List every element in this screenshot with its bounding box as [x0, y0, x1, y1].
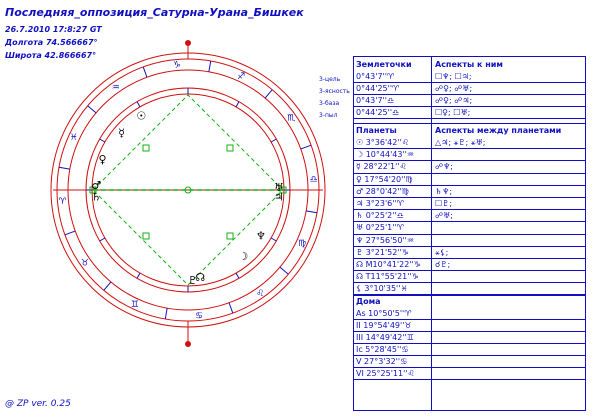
house-cusp: [99, 138, 106, 143]
version-footer: @ ZP ver. 0.25: [5, 399, 71, 409]
planet-venus-icon: ♀: [98, 153, 106, 166]
planet-moon-icon: ☽: [238, 250, 248, 263]
house-cusp: [136, 272, 141, 279]
sign-leo-icon: ♌: [256, 289, 264, 299]
sign-gemini-icon: ♊: [131, 300, 139, 310]
planet-aspects: ⚹⚸;: [435, 247, 449, 257]
planet-position: ☉ 3°36'42''♌: [356, 138, 409, 147]
sign-divider: [164, 308, 168, 320]
sign-sagittarius-icon: ♐: [237, 72, 245, 82]
house-cusp: [270, 138, 277, 143]
house-cusp: [136, 101, 141, 108]
house-cusp: [99, 237, 106, 242]
planet-aspects: ☍♆;: [435, 162, 453, 172]
planet-position: ♅ 0°25'1''♈: [356, 223, 404, 233]
earthpoint-aspects: ☍♀; ☍♃;: [435, 96, 473, 105]
aspect-marker: [142, 232, 150, 240]
sign-virgo-icon: ♍: [298, 239, 306, 249]
sign-divider: [279, 266, 289, 275]
aspect-marker: [142, 144, 150, 152]
data-table: Землеточки Аспекты к ним 0°43'7''♈ ☐♆; ☐♃…: [353, 56, 586, 411]
planet-position: ♀ 17°54'20''♍: [356, 174, 413, 184]
house-cusp: [270, 237, 277, 242]
planet-mercury-icon: ☿: [118, 126, 125, 139]
mc-marker: [185, 40, 191, 46]
ic-marker: [185, 341, 191, 347]
aspect-marker: [226, 144, 234, 152]
planet-neptune-icon: ♆: [256, 230, 266, 243]
planet-position: ⚸ 3°10'35''♓: [356, 284, 408, 294]
planet-aspects: △♃; ⚹♇; ⚹♅;: [435, 138, 486, 147]
planet-position: ♄ 0°25'2''♎: [356, 211, 404, 221]
sign-taurus-icon: ♉: [81, 258, 89, 268]
sign-libra-icon: ♎: [309, 175, 317, 185]
house-position: V 27°3'32''♋: [356, 357, 408, 366]
sign-divider: [58, 166, 70, 170]
planet-position: ☊ T11°55'21''♑: [356, 272, 419, 282]
planet-saturn-icon: ♄: [91, 190, 101, 203]
sign-divider: [103, 281, 112, 291]
sign-divider: [264, 89, 273, 99]
sign-divider: [87, 105, 97, 114]
house-position: Ic 5°28'45''♋: [356, 345, 409, 354]
planet-aspects: ☍♅;: [435, 211, 453, 221]
earthpoint-position: 0°43'7''♈: [356, 72, 395, 81]
house-position: III 14°49'42''♊: [356, 333, 414, 342]
planet-sun-icon: ☉: [136, 109, 146, 122]
earthpoint-position: 0°44'25''♈: [356, 84, 400, 93]
sign-divider: [306, 210, 318, 214]
planet-position: ☽ 10°44'43''♒: [356, 150, 415, 160]
earthpoint-aspects: ☍♀; ☍♅;: [435, 84, 473, 93]
earthpoint-position: 0°44'25''♎: [356, 108, 400, 117]
house-position: VI 25°25'11''♌: [356, 369, 415, 378]
houses-header: Дома: [356, 297, 381, 306]
sign-divider: [142, 66, 148, 78]
planets-header: Планеты: [356, 126, 397, 135]
sign-divider: [64, 230, 76, 236]
planet-position: ♂ 28°0'42''♍: [356, 186, 409, 196]
sign-aries-icon: ♈: [58, 197, 67, 207]
earthpoint-aspects: ☐♀; ☐♅;: [435, 108, 471, 117]
house-position: As 10°50'5''♈: [356, 309, 412, 318]
earthpoint-position: 0°43'7''♎: [356, 96, 395, 105]
aspect-marker: [226, 232, 234, 240]
house-cusp: [235, 101, 240, 108]
planet-north-node-icon: ☊: [195, 271, 205, 284]
planet-aspects: ☐♇;: [435, 199, 453, 208]
house-cusp: [235, 272, 240, 279]
planet-aspects: ♄♆;: [435, 186, 453, 196]
sign-aquarius-icon: ♒: [112, 83, 120, 93]
sign-cancer-icon: ♋: [195, 312, 203, 322]
sign-capricorn-icon: ♑: [173, 60, 181, 70]
sign-scorpio-icon: ♏: [287, 114, 295, 124]
planet-position: ☿ 28°22'1''♌: [356, 162, 407, 172]
planet-aspects: ☌♇;: [435, 260, 451, 269]
sign-divider: [300, 144, 312, 150]
earthpoints-header: Землеточки: [356, 60, 412, 69]
planet-jupiter-icon: ♃: [274, 190, 284, 203]
sign-divider: [208, 60, 212, 72]
planet-position: ♇ 3°21'52''♑: [356, 247, 409, 257]
sign-divider: [228, 302, 234, 314]
planet-position: ♆ 27°56'50''♒: [356, 235, 415, 245]
planet-position: ☊ M10°41'22''♑: [356, 260, 421, 269]
earthpoints-aspects-header: Аспекты к ним: [435, 60, 503, 69]
earthpoint-aspects: ☐♆; ☐♃;: [435, 72, 472, 81]
planet-position: ♃ 3°23'6''♈: [356, 199, 404, 208]
sign-pisces-icon: ♓: [70, 133, 78, 143]
planet-aspects-header: Аспекты между планетами: [435, 126, 562, 135]
house-position: II 19°54'49''♉: [356, 321, 412, 330]
